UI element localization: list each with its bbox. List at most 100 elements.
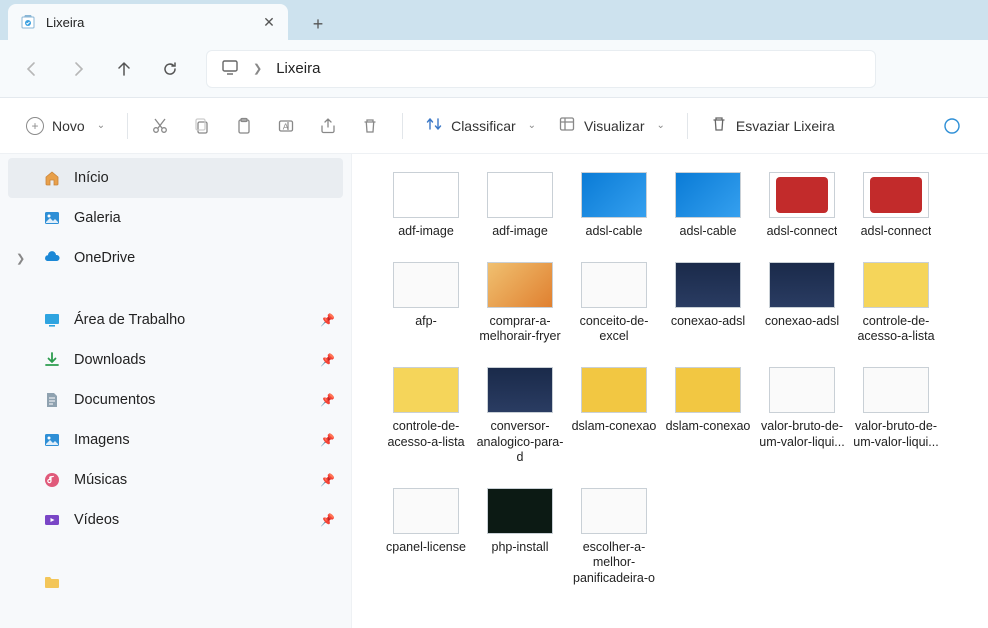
file-thumbnail	[581, 172, 647, 218]
sidebar-item-downloads[interactable]: Downloads 📌	[8, 340, 343, 380]
separator	[687, 113, 688, 139]
file-thumbnail	[393, 262, 459, 308]
file-item[interactable]: conexao-adsl	[758, 262, 846, 345]
file-name: adsl-cable	[680, 224, 737, 240]
copy-button[interactable]	[182, 108, 222, 144]
file-name: comprar-a-melhorair-fryer	[476, 314, 564, 345]
onedrive-icon	[42, 248, 62, 268]
downloads-icon	[42, 350, 62, 370]
file-name: conexao-adsl	[765, 314, 839, 330]
chevron-right-icon[interactable]: ❯	[16, 252, 25, 265]
sort-button[interactable]: Classificar ⌄	[415, 108, 546, 144]
file-thumbnail	[863, 262, 929, 308]
file-thumbnail	[675, 172, 741, 218]
file-item[interactable]: cpanel-license	[382, 488, 470, 587]
view-button[interactable]: Visualizar ⌄	[548, 108, 675, 144]
sidebar-item-documents[interactable]: Documentos 📌	[8, 380, 343, 420]
forward-button[interactable]	[58, 49, 98, 89]
details-pane-button[interactable]	[932, 108, 972, 144]
up-button[interactable]	[104, 49, 144, 89]
videos-icon	[42, 510, 62, 530]
command-bar: + Novo ⌄ A Classificar ⌄ Visualizar ⌄ Es…	[0, 98, 988, 154]
tab-title: Lixeira	[46, 15, 252, 30]
file-item[interactable]: afp-	[382, 262, 470, 345]
tab-bar: Lixeira ✕ +	[0, 0, 988, 40]
file-thumbnail	[675, 262, 741, 308]
file-name: php-install	[492, 540, 549, 556]
file-item[interactable]: valor-bruto-de-um-valor-liqui...	[758, 367, 846, 466]
share-button[interactable]	[308, 108, 348, 144]
new-label: Novo	[52, 118, 85, 134]
file-item[interactable]: adf-image	[382, 172, 470, 240]
sidebar-item-videos[interactable]: Vídeos 📌	[8, 500, 343, 540]
file-item[interactable]: adsl-connect	[758, 172, 846, 240]
pin-icon[interactable]: 📌	[320, 313, 335, 327]
sidebar-item-gallery[interactable]: Galeria	[8, 198, 343, 238]
file-item[interactable]: dslam-conexao	[664, 367, 752, 466]
chevron-down-icon: ⌄	[528, 120, 536, 131]
plus-circle-icon: +	[26, 117, 44, 135]
empty-recycle-bin-button[interactable]: Esvaziar Lixeira	[700, 108, 845, 144]
recycle-bin-icon	[20, 14, 36, 30]
gallery-icon	[42, 208, 62, 228]
pin-icon[interactable]: 📌	[320, 353, 335, 367]
sidebar-item-pictures[interactable]: Imagens 📌	[8, 420, 343, 460]
file-name: adsl-cable	[586, 224, 643, 240]
pin-icon[interactable]: 📌	[320, 393, 335, 407]
sidebar-item-label: OneDrive	[74, 250, 335, 266]
new-tab-button[interactable]: +	[302, 8, 334, 40]
file-name: adf-image	[398, 224, 454, 240]
sidebar-item-label: Documentos	[74, 392, 308, 408]
file-name: escolher-a-melhor-panificadeira-o	[570, 540, 658, 587]
sidebar-item-folder[interactable]	[8, 562, 343, 602]
file-thumbnail	[581, 488, 647, 534]
file-item[interactable]: dslam-conexao	[570, 367, 658, 466]
file-item[interactable]: adsl-connect	[852, 172, 940, 240]
back-button[interactable]	[12, 49, 52, 89]
documents-icon	[42, 390, 62, 410]
file-item[interactable]: conceito-de-excel	[570, 262, 658, 345]
file-item[interactable]: adsl-cable	[570, 172, 658, 240]
sidebar-item-home[interactable]: Início	[8, 158, 343, 198]
file-item[interactable]: valor-bruto-de-um-valor-liqui...	[852, 367, 940, 466]
file-item[interactable]: comprar-a-melhorair-fryer	[476, 262, 564, 345]
chevron-down-icon: ⌄	[97, 120, 105, 131]
breadcrumb-location[interactable]: Lixeira	[276, 60, 320, 77]
address-bar[interactable]: ❯ Lixeira	[206, 50, 876, 88]
paste-button[interactable]	[224, 108, 264, 144]
file-item[interactable]: adsl-cable	[664, 172, 752, 240]
new-button[interactable]: + Novo ⌄	[16, 108, 115, 144]
sidebar-item-music[interactable]: Músicas 📌	[8, 460, 343, 500]
cut-button[interactable]	[140, 108, 180, 144]
file-thumbnail	[863, 172, 929, 218]
file-item[interactable]: conversor-analogico-para-d	[476, 367, 564, 466]
file-item[interactable]: php-install	[476, 488, 564, 587]
breadcrumb-chevron-icon[interactable]: ❯	[253, 62, 262, 75]
delete-button[interactable]	[350, 108, 390, 144]
sidebar-item-onedrive[interactable]: ❯ OneDrive	[8, 238, 343, 278]
sort-label: Classificar	[451, 118, 516, 134]
file-name: adsl-connect	[861, 224, 932, 240]
file-thumbnail	[675, 367, 741, 413]
file-item[interactable]: controle-de-acesso-a-lista	[852, 262, 940, 345]
pin-icon[interactable]: 📌	[320, 513, 335, 527]
file-item[interactable]: controle-de-acesso-a-lista	[382, 367, 470, 466]
pin-icon[interactable]: 📌	[320, 473, 335, 487]
file-list[interactable]: adf-image adf-image adsl-cable adsl-cable ad…	[352, 154, 988, 628]
view-icon	[558, 115, 576, 136]
refresh-button[interactable]	[150, 49, 190, 89]
chevron-down-icon: ⌄	[656, 120, 664, 131]
file-item[interactable]: conexao-adsl	[664, 262, 752, 345]
file-thumbnail	[487, 172, 553, 218]
sidebar-item-desktop[interactable]: Área de Trabalho 📌	[8, 300, 343, 340]
tab-lixeira[interactable]: Lixeira ✕	[8, 4, 288, 40]
file-name: controle-de-acesso-a-lista	[852, 314, 940, 345]
view-label: Visualizar	[584, 118, 644, 134]
file-item[interactable]: escolher-a-melhor-panificadeira-o	[570, 488, 658, 587]
file-thumbnail	[581, 367, 647, 413]
file-thumbnail	[581, 262, 647, 308]
file-item[interactable]: adf-image	[476, 172, 564, 240]
pin-icon[interactable]: 📌	[320, 433, 335, 447]
close-tab-icon[interactable]: ✕	[262, 15, 276, 29]
rename-button[interactable]: A	[266, 108, 306, 144]
